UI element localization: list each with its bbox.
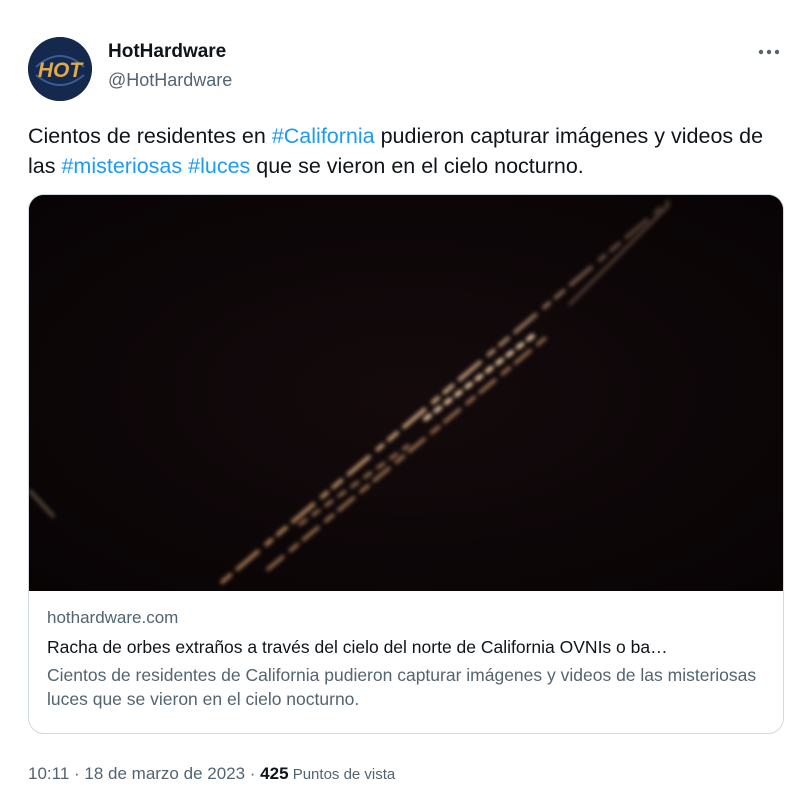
hothardware-logo-icon: HOT — [28, 37, 92, 101]
author-avatar[interactable]: HOT — [28, 37, 92, 101]
avatar-logo-text: HOT — [38, 59, 85, 82]
hashtag-link[interactable]: #California — [272, 124, 375, 148]
footer-separator: · — [69, 764, 85, 783]
tweet-date[interactable]: 18 de marzo de 2023 — [84, 764, 245, 783]
card-title: Racha de orbes extraños a través del cie… — [47, 637, 668, 657]
author-handle[interactable]: @HotHardware — [108, 68, 232, 92]
more-horizontal-icon — [758, 49, 780, 55]
card-description: Cientos de residentes de California pudi… — [47, 665, 757, 709]
author-info: HotHardware @HotHardware — [108, 40, 232, 92]
tweet: HOT HotHardware @HotHardware Cientos de … — [0, 0, 800, 807]
tweet-text: Cientos de residentes en #California pud… — [28, 121, 768, 181]
more-options-button[interactable] — [754, 40, 784, 64]
card-image — [29, 195, 783, 591]
card-meta: hothardware.com Racha de orbes extraños … — [47, 607, 767, 711]
footer-separator-2: · — [245, 764, 261, 783]
tweet-text-segment: que se vieron en el cielo nocturno. — [250, 154, 584, 178]
hashtag-link[interactable]: #misteriosas — [61, 154, 182, 178]
link-card[interactable]: hothardware.com Racha de orbes extraños … — [28, 194, 784, 734]
views-count: 425 — [260, 764, 289, 783]
hashtag-link[interactable]: #luces — [188, 154, 250, 178]
card-domain: hothardware.com — [47, 608, 179, 627]
author-display-name[interactable]: HotHardware — [108, 40, 232, 64]
tweet-time[interactable]: 10:11 — [28, 764, 69, 783]
tweet-text-segment: Cientos de residentes en — [28, 124, 272, 148]
views-label: Puntos de vista — [288, 766, 396, 783]
tweet-footer: 10:11 · 18 de marzo de 2023 · 425 Puntos… — [28, 762, 395, 787]
night-sky-lights-image — [29, 195, 783, 591]
